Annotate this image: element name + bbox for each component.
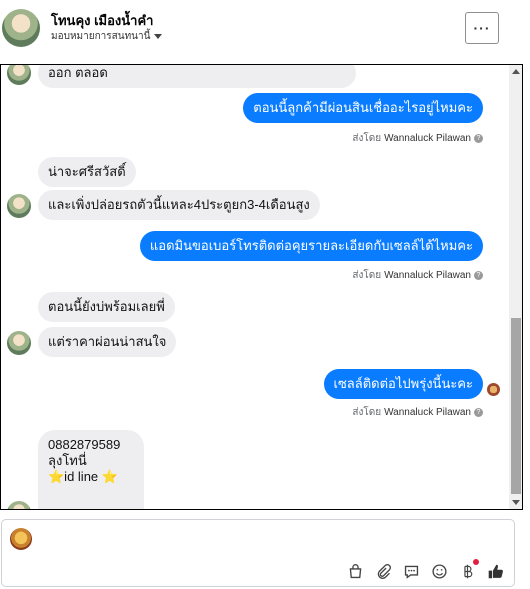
- incoming-message: น่าจะศรีสวัสดิ์: [38, 157, 136, 187]
- contact-avatar[interactable]: [2, 9, 40, 47]
- incoming-message: และเพิ่งปล่อยรถตัวนี้แหละ4ประตูยก3-4เดือ…: [38, 190, 320, 220]
- sent-by-prefix: ส่งโดย: [352, 270, 382, 281]
- contact-avatar-small: [7, 194, 31, 218]
- contact-avatar-small: [7, 501, 31, 509]
- outgoing-message: เซลล์ติดต่อไปพรุ่งนี้นะคะ: [323, 369, 483, 399]
- outgoing-message: ตอนนี้ลูกค้ามีผ่อนสินเชื่ออะไรอยู่ไหมคะ: [243, 93, 483, 123]
- sender-name: Wannaluck Pilawan: [384, 270, 471, 281]
- message-thread[interactable]: ออก ตลอด ตอนนี้ลูกค้ามีผ่อนสินเชื่ออะไรอ…: [0, 64, 523, 510]
- sent-by-prefix: ส่งโดย: [352, 407, 382, 418]
- sender-name: Wannaluck Pilawan: [384, 133, 471, 144]
- contact-name[interactable]: โทนคุง เมืองน้ำคำ: [51, 10, 153, 31]
- assign-conversation-label: มอบหมายการสนทนานี้: [51, 31, 151, 42]
- seen-avatar-icon: [487, 383, 500, 396]
- conversation-header: โทนคุง เมืองน้ำคำ มอบหมายการสนทนานี้ ···: [0, 0, 520, 60]
- page-avatar: [10, 528, 32, 550]
- incoming-message: ตอนนี้ยังบ่พร้อมเลยพี่: [38, 292, 175, 322]
- message-composer[interactable]: [1, 519, 515, 587]
- incoming-message: 0882879589 ลุงโทนี่ ⭐id line ⭐: [38, 430, 144, 509]
- sent-by-label: ส่งโดย Wannaluck Pilawan ?: [352, 405, 483, 420]
- message-line: ⭐id line ⭐: [48, 469, 118, 484]
- scrollbar[interactable]: [509, 65, 522, 509]
- message-list: ออก ตลอด ตอนนี้ลูกค้ามีผ่อนสินเชื่ออะไรอ…: [1, 65, 507, 509]
- contact-avatar-small: [7, 331, 31, 355]
- message-line: ลุงโทนี่: [48, 453, 87, 468]
- sent-by-prefix: ส่งโดย: [352, 133, 382, 144]
- contact-avatar-small: [7, 65, 31, 85]
- scroll-down-arrow-icon[interactable]: [512, 500, 520, 505]
- thumbs-up-icon[interactable]: [486, 562, 504, 580]
- assign-conversation-dropdown[interactable]: มอบหมายการสนทนานี้: [51, 29, 163, 44]
- sent-by-label: ส่งโดย Wannaluck Pilawan ?: [352, 131, 483, 146]
- composer-toolbar: [346, 559, 504, 580]
- baht-icon[interactable]: [458, 559, 479, 580]
- incoming-message: แต่ราคาผ่อนน่าสนใจ: [38, 327, 177, 357]
- sent-by-label: ส่งโดย Wannaluck Pilawan ?: [352, 268, 483, 283]
- info-icon[interactable]: ?: [474, 134, 483, 143]
- bag-icon[interactable]: [346, 562, 364, 580]
- sender-name: Wannaluck Pilawan: [384, 407, 471, 418]
- message-line: 0882879589: [48, 437, 121, 452]
- info-icon[interactable]: ?: [474, 271, 483, 280]
- chat-template-icon[interactable]: [402, 562, 420, 580]
- scrollbar-thumb[interactable]: [511, 318, 521, 494]
- notification-dot: [473, 559, 479, 565]
- info-icon[interactable]: ?: [474, 408, 483, 417]
- outgoing-message: แอดมินขอเบอร์โทรติดต่อคุยรายละเอียดกับเซ…: [139, 231, 483, 261]
- incoming-message: ออก ตลอด: [38, 65, 356, 88]
- paperclip-icon[interactable]: [374, 562, 392, 580]
- scroll-up-arrow-icon[interactable]: [512, 69, 520, 74]
- chevron-down-icon: [154, 34, 163, 39]
- emoji-icon[interactable]: [430, 562, 448, 580]
- more-options-button[interactable]: ···: [465, 12, 499, 44]
